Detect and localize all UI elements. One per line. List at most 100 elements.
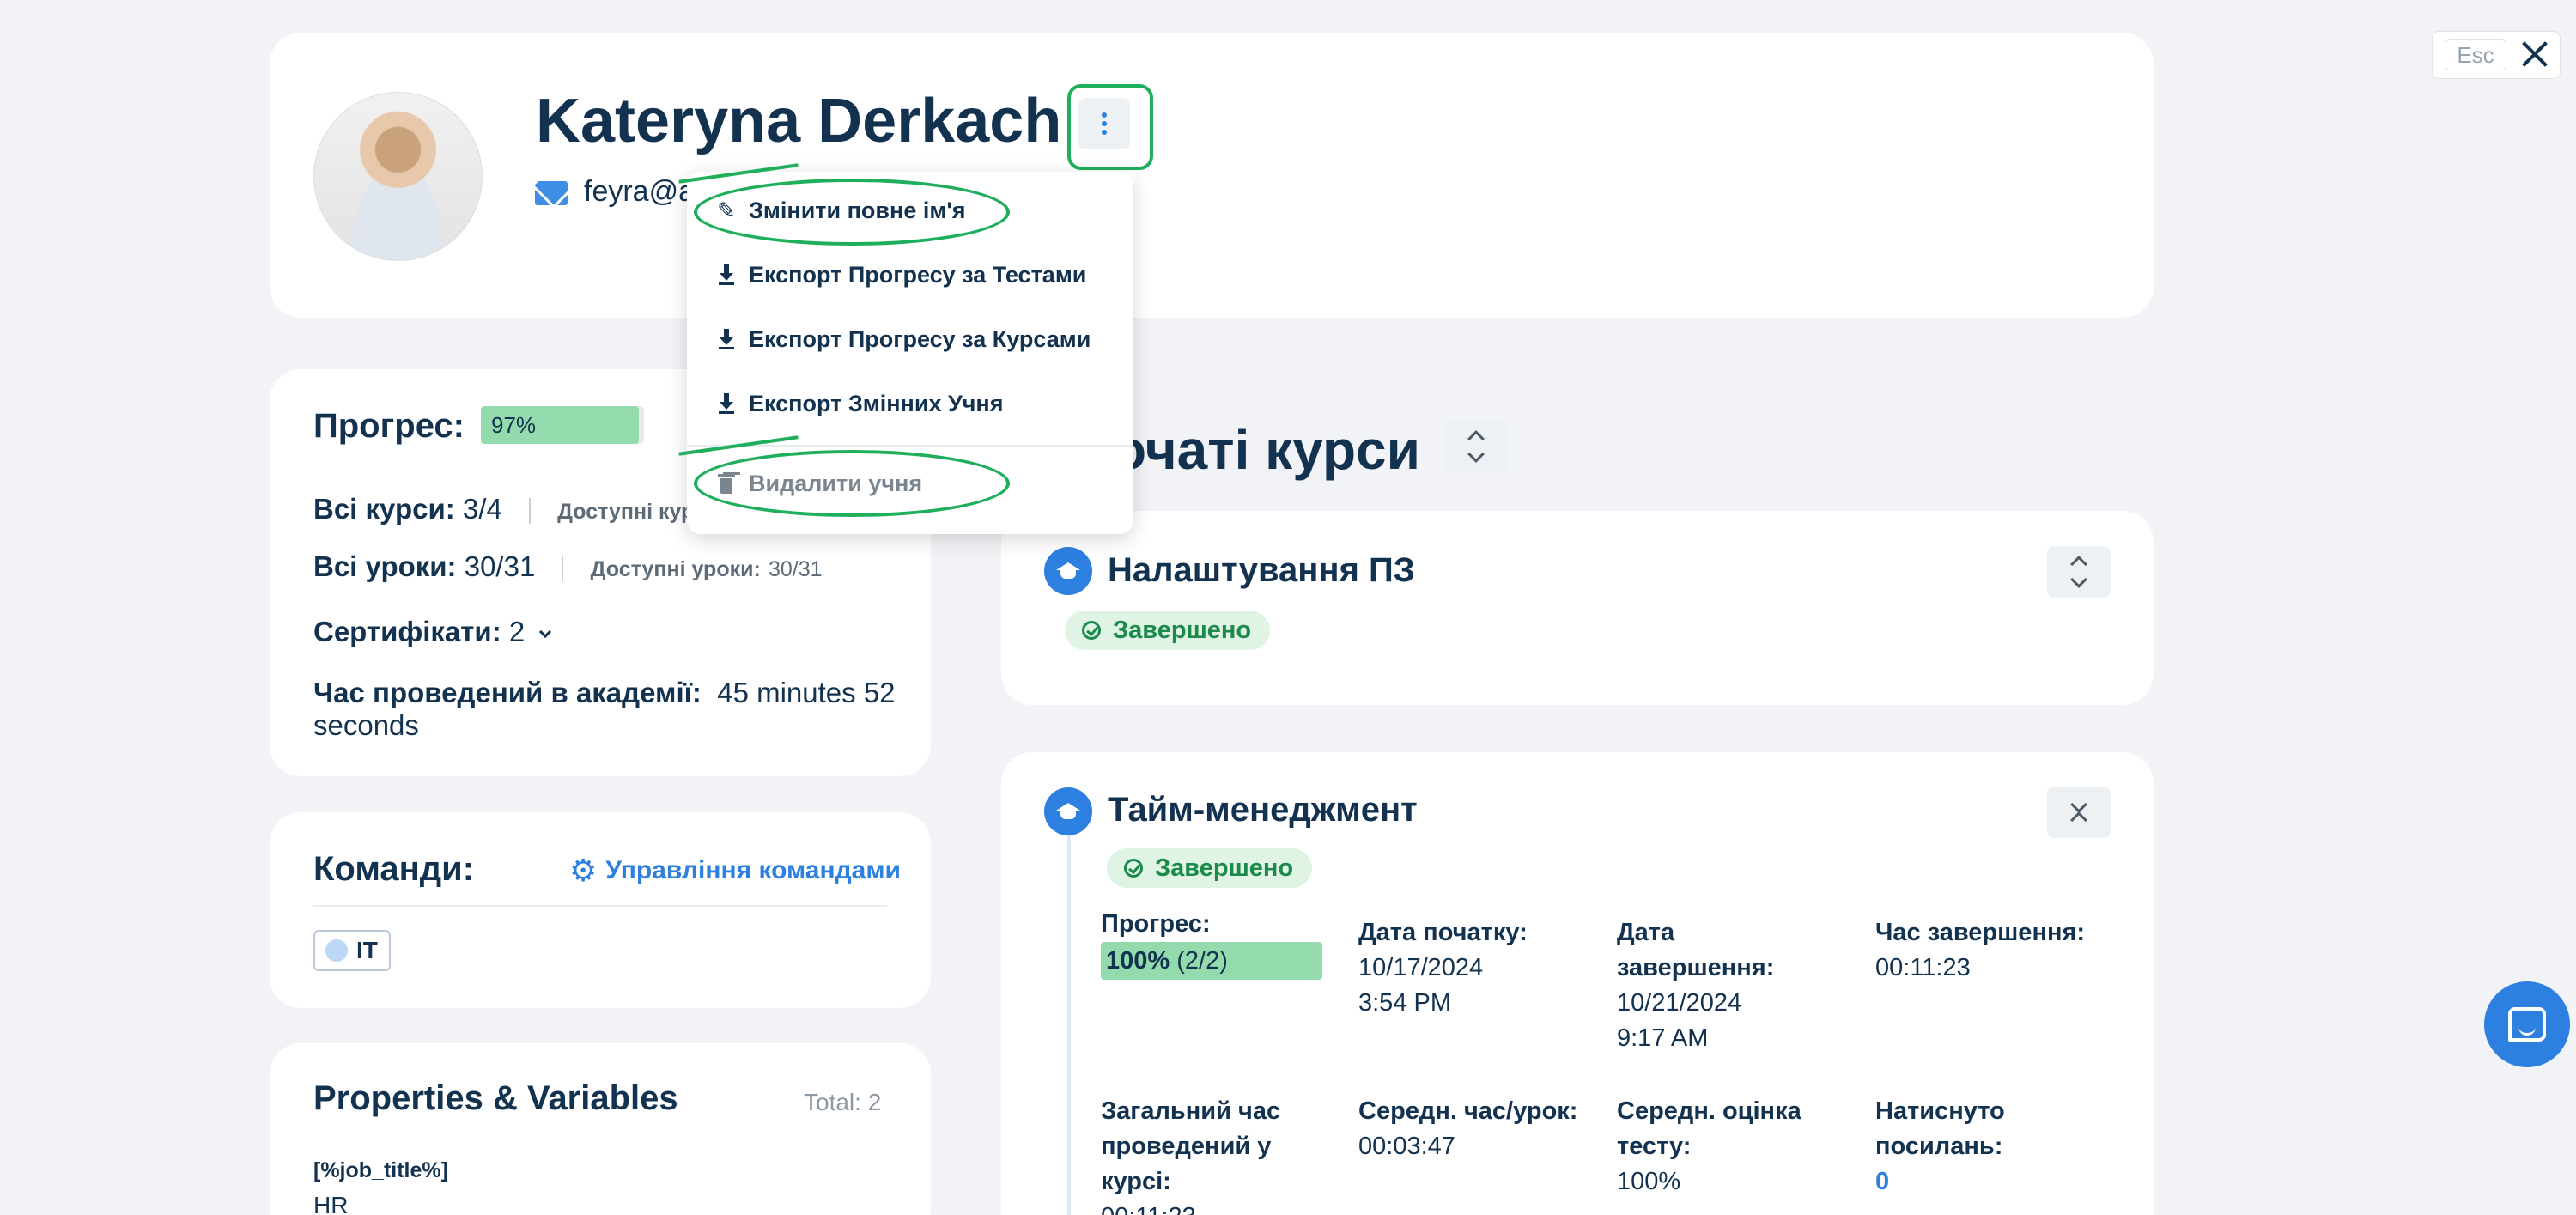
end-time: 9:17 AM: [1617, 1024, 1709, 1052]
expand-course-button[interactable]: [2047, 546, 2111, 598]
annotation-ring-rename: [694, 179, 1010, 246]
sort-courses-button[interactable]: [1444, 421, 1508, 472]
properties-total: Total: 2: [804, 1089, 882, 1115]
avg-lesson-value: 00:03:47: [1358, 1133, 1455, 1160]
annotation-ring-more-button: [1067, 84, 1153, 170]
avg-score-label-2: тесту:: [1617, 1133, 1692, 1160]
download-icon: [714, 264, 738, 285]
certificates-value: 2: [508, 616, 526, 647]
lessons-row: Всі уроки: 30/31 Доступні уроки: 30/31: [313, 550, 823, 583]
total-time-label-1: Загальний час: [1101, 1097, 1281, 1125]
progress-label: Прогрес:: [313, 407, 465, 445]
progress-bar: 97%: [481, 406, 639, 444]
time-value-line2: seconds: [313, 709, 419, 741]
check-circle-icon: [1124, 859, 1143, 878]
course-progress-bar: 100% (2/2): [1101, 942, 1322, 980]
course-title: Тайм-менеджмент: [1108, 791, 1418, 829]
clicks-label-1: Натиснуто: [1875, 1097, 2005, 1125]
course-progress-value: 100%: [1106, 947, 1170, 975]
envelope-icon: [535, 181, 568, 205]
gear-icon: ⚙: [569, 853, 598, 888]
properties-card: [270, 1043, 931, 1215]
chat-icon: [2508, 1007, 2546, 1042]
teams-card: [270, 812, 931, 1008]
courses-row: Всі курси: 3/4 Доступні курс: [313, 493, 706, 525]
available-courses-label: Доступні курс: [557, 500, 707, 524]
avg-lesson-label: Середн. час/урок:: [1358, 1097, 1578, 1125]
status-label: Завершено: [1113, 616, 1252, 644]
collapse-icon: [2070, 796, 2087, 829]
download-icon: [714, 329, 738, 349]
time-value-line1: 45 minutes 52: [717, 677, 896, 708]
graduation-cap-icon: [1044, 547, 1092, 595]
clicks-label-2: посилань:: [1875, 1133, 2003, 1160]
menu-item-label: Експорт Прогресу за Курсами: [749, 325, 1091, 352]
profile-header-card: [270, 33, 2154, 318]
course-card: [1001, 511, 2154, 705]
lessons-label: Всі уроки:: [313, 550, 457, 582]
close-icon[interactable]: [2518, 38, 2551, 70]
property-key: [%job_title%]: [313, 1158, 448, 1182]
time-label: Час проведений в академії:: [313, 677, 702, 708]
menu-item-export-tests[interactable]: Експорт Прогресу за Тестами: [714, 258, 1086, 292]
finish-time-value: 00:11:23: [1875, 954, 1971, 981]
check-circle-icon: [1082, 621, 1101, 640]
manage-teams-label: Управління командами: [605, 856, 901, 884]
status-badge: Завершено: [1107, 848, 1313, 888]
manage-teams-link[interactable]: ⚙ Управління командами: [569, 853, 901, 889]
status-label: Завершено: [1155, 854, 1294, 882]
available-lessons-label: Доступні уроки:: [590, 557, 761, 581]
menu-item-export-variables[interactable]: Експорт Змінних Учня: [714, 386, 1004, 421]
course-title: Налаштування ПЗ: [1108, 551, 1415, 589]
courses-label: Всі курси:: [313, 493, 455, 525]
course-progress-label: Прогрес:: [1101, 910, 1211, 938]
available-lessons-value: 30/31: [768, 557, 823, 581]
total-time-label-2: проведений у: [1101, 1133, 1272, 1160]
team-chip[interactable]: IT: [313, 930, 391, 971]
start-date-label: Дата початку:: [1358, 919, 1528, 946]
team-name: IT: [356, 937, 378, 963]
user-name: Kateryna Derkach: [536, 87, 1062, 155]
end-date-label-2: завершення:: [1617, 954, 1775, 981]
divider: [313, 905, 887, 907]
timeline-line: [1067, 799, 1071, 1215]
teams-title: Команди:: [313, 850, 475, 888]
start-date: 10/17/2024: [1358, 954, 1484, 981]
chevron-down-icon[interactable]: [539, 625, 552, 639]
properties-title: Properties & Variables: [313, 1079, 678, 1117]
lessons-value: 30/31: [464, 550, 536, 582]
certificates-label: Сертифікати:: [313, 616, 501, 647]
avatar: [313, 92, 483, 261]
end-date: 10/21/2024: [1617, 989, 1742, 1017]
courses-title: очаті курси: [1113, 419, 1420, 481]
clicks-value-link[interactable]: 0: [1875, 1164, 1889, 1199]
property-value: HR: [313, 1192, 349, 1215]
sort-icon: [1467, 430, 1485, 463]
avg-score-label-1: Середн. оцінка: [1617, 1097, 1801, 1125]
total-time-value: 00:11:23: [1101, 1200, 1196, 1215]
status-badge: Завершено: [1065, 611, 1271, 650]
annotation-ring-delete: [694, 450, 1010, 517]
divider: [562, 556, 564, 582]
courses-value: 3/4: [462, 493, 502, 525]
avg-score-value: 100%: [1617, 1168, 1681, 1195]
esc-key-hint: Esc: [2445, 39, 2506, 70]
menu-item-export-courses[interactable]: Експорт Прогресу за Курсами: [714, 322, 1091, 356]
total-time-label-3: курсі:: [1101, 1168, 1171, 1195]
end-date-label-1: Дата: [1617, 919, 1675, 946]
expand-icon: [2070, 556, 2087, 588]
menu-item-label: Експорт Змінних Учня: [749, 390, 1004, 416]
chat-support-button[interactable]: [2484, 981, 2570, 1067]
divider: [528, 498, 531, 525]
menu-item-label: Експорт Прогресу за Тестами: [749, 261, 1087, 288]
start-time: 3:54 PM: [1358, 989, 1451, 1017]
course-progress-count: (2/2): [1176, 947, 1228, 975]
team-color-dot: [325, 939, 348, 962]
collapse-course-button[interactable]: [2047, 787, 2111, 838]
certificates-row[interactable]: Сертифікати: 2: [313, 616, 552, 648]
graduation-cap-icon: [1044, 787, 1092, 835]
time-row: Час проведений в академії: 45 minutes 52…: [313, 677, 914, 742]
progress-value: 97%: [491, 412, 537, 438]
finish-time-label: Час завершення:: [1875, 919, 2086, 946]
download-icon: [714, 393, 738, 414]
